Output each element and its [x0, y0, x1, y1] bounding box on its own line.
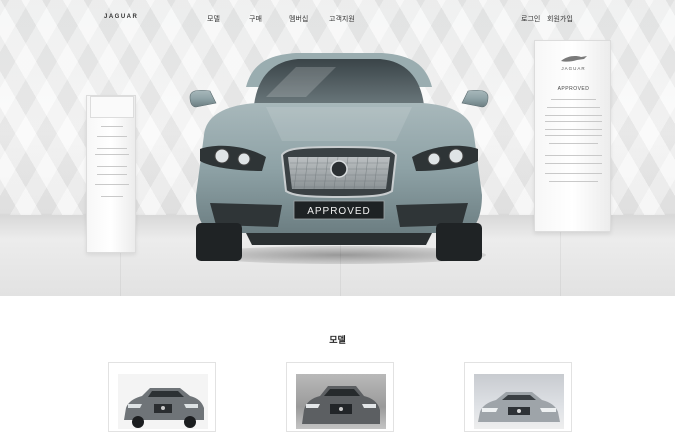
model-card-image[interactable]	[296, 374, 386, 429]
model-card[interactable]	[464, 362, 572, 432]
hero-banner: JAGUAR APPROVED APPROVED	[0, 0, 675, 296]
brand-logo[interactable]: JAGUAR	[104, 14, 138, 20]
model-card[interactable]	[286, 362, 394, 432]
stand-text-line	[97, 174, 127, 175]
stand-text-line	[97, 148, 127, 149]
top-nav: JAGUAR 모델 구매 멤버십 고객지원 로그인 회원가입	[0, 0, 675, 36]
stand-text-line	[549, 143, 598, 144]
models-section-title: 모델	[329, 335, 346, 345]
model-card-image[interactable]	[474, 374, 564, 429]
stand-card	[90, 96, 134, 118]
left-display-stand	[86, 95, 136, 253]
login-link[interactable]: 로그인	[521, 14, 540, 24]
model-card[interactable]	[108, 362, 216, 432]
sedan-car-icon	[478, 392, 560, 422]
stand-text-line	[545, 121, 602, 122]
hero-car-image: APPROVED	[189, 53, 489, 261]
stand-text-line	[101, 196, 123, 197]
nav-item-purchase[interactable]: 구매	[249, 14, 262, 24]
suv-car-icon	[124, 388, 204, 428]
stand-text-line	[95, 184, 129, 185]
nav-item-membership[interactable]: 멤버십	[289, 14, 308, 24]
stand-text-line	[101, 126, 123, 127]
stand-text-line	[545, 163, 602, 164]
nav-item-models[interactable]: 모델	[207, 14, 220, 24]
stand-text-line	[545, 155, 602, 156]
stand-text-line	[545, 173, 602, 174]
plate-text: APPROVED	[307, 206, 371, 217]
stand-brand: JAGUAR	[561, 66, 586, 71]
nav-item-support[interactable]: 고객지원	[329, 14, 355, 24]
stand-text-line	[545, 135, 602, 136]
suv-car-icon	[302, 386, 380, 424]
stand-text-line	[551, 99, 596, 100]
stand-text-line	[97, 136, 127, 137]
right-display-stand: JAGUAR APPROVED	[534, 40, 611, 232]
stand-text-line	[547, 107, 600, 108]
leaper-logo-icon	[561, 56, 587, 62]
stand-text-line	[545, 115, 602, 116]
stand-text-line	[97, 166, 127, 167]
stand-text-line	[545, 129, 602, 130]
stand-text-line	[549, 181, 598, 182]
stand-approved-title: APPROVED	[557, 86, 590, 92]
model-card-image[interactable]	[118, 374, 208, 429]
stand-text-line	[95, 154, 129, 155]
signup-link[interactable]: 회원가입	[547, 14, 573, 24]
